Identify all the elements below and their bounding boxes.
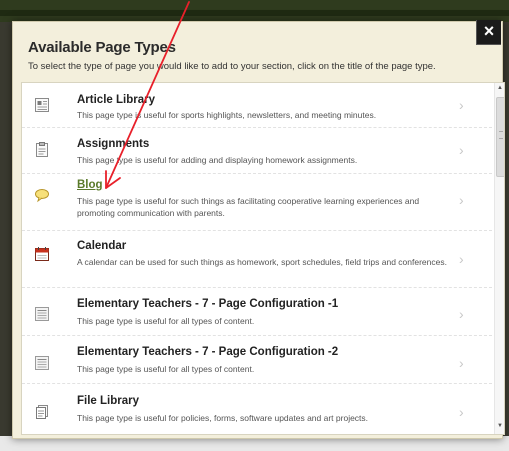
assignments-icon [34, 142, 50, 158]
chevron-right-icon[interactable]: › [459, 404, 464, 420]
background-strip [0, 10, 509, 16]
chevron-right-icon[interactable]: › [459, 142, 464, 158]
page-type-title-link[interactable]: Elementary Teachers - 7 - Page Configura… [77, 298, 338, 310]
page-type-item-page-configuration-1[interactable]: Elementary Teachers - 7 - Page Configura… [22, 287, 492, 336]
page-type-description: This page type is useful for all types o… [77, 316, 255, 326]
scroll-down-icon[interactable]: ▼ [495, 423, 504, 429]
page-type-title-link[interactable]: Article Library [77, 94, 155, 106]
page-type-description: This page type is useful for such things… [77, 196, 420, 218]
page-type-description: This page type is useful for sports high… [77, 110, 377, 120]
file-library-icon [34, 404, 50, 420]
page-configuration-icon [34, 355, 50, 371]
page-type-list[interactable]: Article Library This page type is useful… [21, 82, 505, 435]
page-type-description: This page type is useful for all types o… [77, 364, 255, 374]
page-type-title-link[interactable]: File Library [77, 395, 139, 407]
page-type-item-page-configuration-2[interactable]: Elementary Teachers - 7 - Page Configura… [22, 335, 492, 384]
page-type-item-article-library[interactable]: Article Library This page type is useful… [22, 83, 492, 128]
page-type-item-assignments[interactable]: Assignments This page type is useful for… [22, 127, 492, 174]
article-library-icon [34, 97, 50, 113]
background-page-header [0, 0, 509, 22]
chevron-right-icon[interactable]: › [459, 192, 464, 208]
page-types-modal: Available Page Types To select the type … [12, 21, 505, 439]
page-type-title-link[interactable]: Assignments [77, 138, 149, 150]
page-type-title-link[interactable]: Blog [77, 179, 103, 191]
scrollbar-thumb[interactable] [496, 97, 504, 177]
blog-icon [34, 187, 50, 203]
chevron-right-icon[interactable]: › [459, 306, 464, 322]
scrollbar-grip-icon [499, 131, 503, 139]
list-scrollbar[interactable]: ▲ ▼ [494, 83, 504, 434]
chevron-right-icon[interactable]: › [459, 97, 464, 113]
page-type-item-file-library[interactable]: File Library This page type is useful fo… [22, 383, 492, 434]
modal-header: Available Page Types To select the type … [28, 39, 436, 72]
chevron-right-icon[interactable]: › [459, 355, 464, 371]
close-button[interactable]: × [476, 20, 501, 45]
page-type-item-calendar[interactable]: Calendar A calendar can be used for such… [22, 230, 492, 288]
page-type-title-link[interactable]: Calendar [77, 240, 126, 252]
chevron-right-icon[interactable]: › [459, 251, 464, 267]
page-type-description: This page type is useful for adding and … [77, 155, 358, 165]
modal-title: Available Page Types [28, 39, 176, 56]
calendar-icon [34, 246, 50, 262]
scroll-up-icon[interactable]: ▲ [495, 85, 504, 91]
modal-subtitle: To select the type of page you would lik… [28, 61, 436, 72]
page-configuration-icon [34, 306, 50, 322]
page-type-title-link[interactable]: Elementary Teachers - 7 - Page Configura… [77, 346, 338, 358]
page-type-item-blog[interactable]: Blog This page type is useful for such t… [22, 173, 492, 231]
page-type-description: A calendar can be used for such things a… [77, 257, 447, 267]
page-type-description: This page type is useful for policies, f… [77, 413, 369, 423]
